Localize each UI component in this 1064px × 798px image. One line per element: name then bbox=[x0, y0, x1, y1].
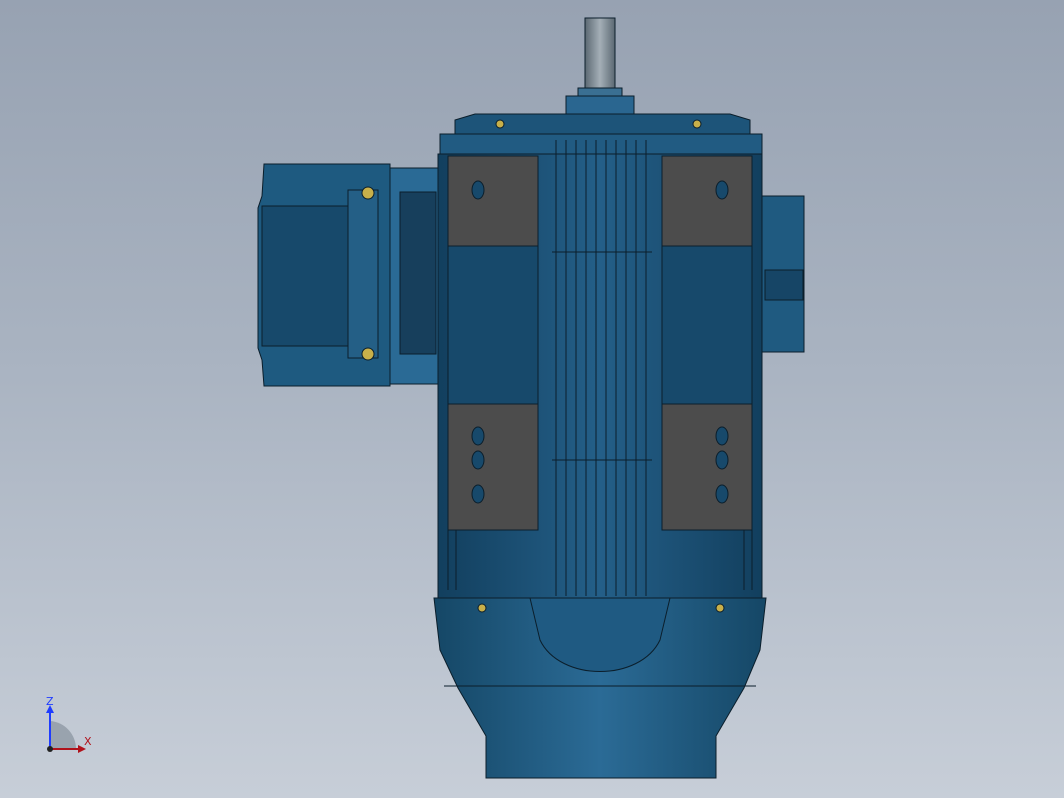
mount-pad-bottom-left bbox=[447, 403, 539, 531]
terminal-box-lid bbox=[261, 205, 349, 347]
mount-pad-top-left bbox=[447, 155, 539, 247]
flange-bolt-right bbox=[692, 119, 702, 129]
motor-shaft bbox=[584, 17, 616, 91]
terminal-screw-top bbox=[361, 186, 375, 200]
mount-pad-bottom-right bbox=[661, 403, 753, 531]
mount-pad-top-right bbox=[661, 155, 753, 247]
fan-bolt-left bbox=[477, 603, 487, 613]
flange-bolt-left bbox=[495, 119, 505, 129]
bearing-housing bbox=[565, 95, 635, 115]
panel-left bbox=[447, 245, 539, 405]
triad-plane bbox=[50, 721, 77, 749]
z-axis-label: Z bbox=[46, 695, 54, 708]
terminal-box-frame bbox=[347, 189, 379, 359]
terminal-screw-bottom bbox=[361, 347, 375, 361]
x-axis-label: X bbox=[84, 735, 92, 748]
top-band bbox=[439, 133, 763, 157]
cad-viewport[interactable] bbox=[0, 0, 1064, 798]
terminal-box-window bbox=[399, 191, 437, 355]
axis-triad: Z X bbox=[40, 695, 100, 755]
panel-right bbox=[661, 245, 753, 405]
right-conduit-divider bbox=[764, 269, 804, 301]
fan-bolt-right bbox=[715, 603, 725, 613]
triad-origin bbox=[47, 746, 53, 752]
motor-model[interactable] bbox=[257, 17, 805, 779]
